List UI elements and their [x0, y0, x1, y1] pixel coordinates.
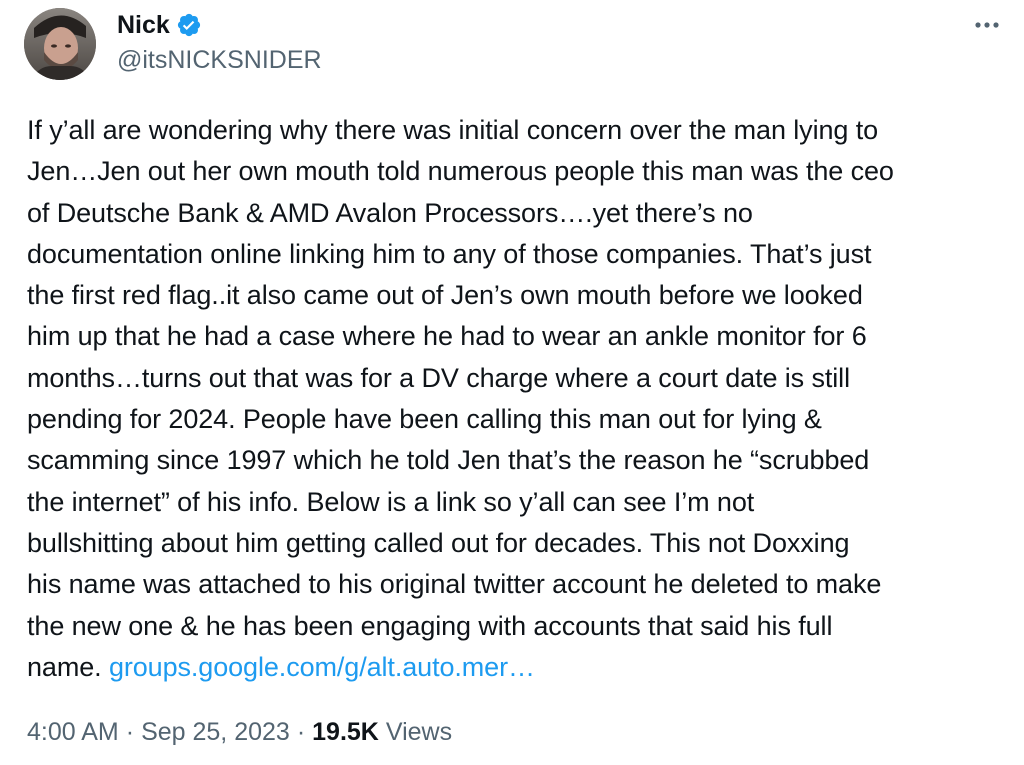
tweet-body: If y’all are wondering why there was ini…: [27, 115, 894, 682]
tweet-card: Nick @itsNICKSNIDER If y’all are wonderi…: [0, 0, 1024, 765]
tweet-meta: 4:00 AM · Sep 25, 2023 · 19.5K Views: [27, 715, 452, 749]
tweet-link[interactable]: groups.google.com/g/alt.auto.mer…: [109, 652, 535, 682]
meta-separator: ·: [125, 718, 135, 746]
author-row: Nick: [117, 9, 202, 41]
display-name[interactable]: Nick: [117, 9, 170, 41]
avatar[interactable]: [24, 8, 96, 80]
tweet-text: If y’all are wondering why there was ini…: [27, 110, 1007, 688]
views-label: Views: [385, 718, 453, 746]
tweet-time[interactable]: 4:00 AM: [27, 715, 119, 749]
tweet-date[interactable]: Sep 25, 2023: [141, 715, 290, 749]
views-count: 19.5K: [312, 718, 379, 746]
verified-badge-icon[interactable]: [176, 12, 202, 38]
more-horizontal-icon[interactable]: [972, 10, 1002, 40]
author-handle[interactable]: @itsNICKSNIDER: [117, 44, 322, 76]
meta-separator: ·: [296, 718, 306, 746]
avatar-image: [24, 8, 96, 80]
